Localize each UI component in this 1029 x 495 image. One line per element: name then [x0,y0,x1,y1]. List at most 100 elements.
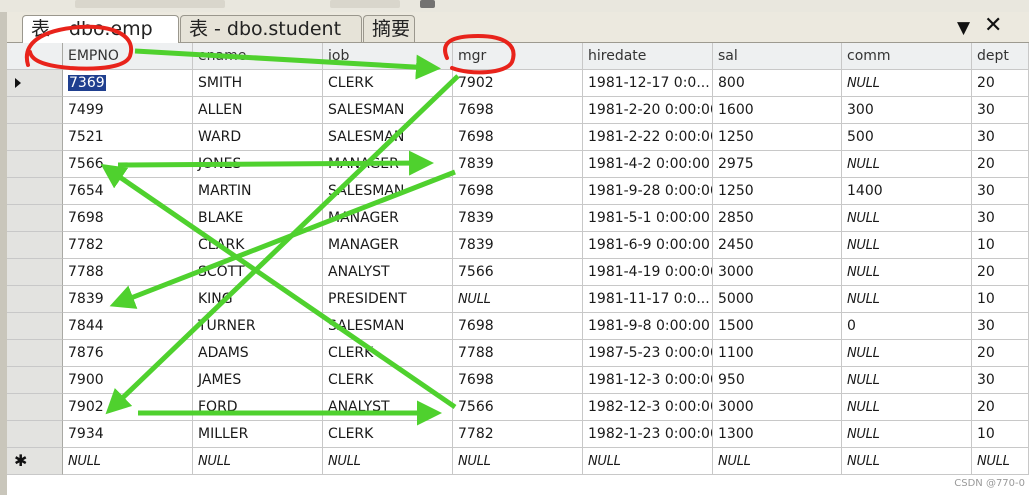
cell-dept[interactable]: 30 [972,367,1029,394]
cell-sal[interactable]: 1300 [713,421,842,448]
cell-empno[interactable]: 7566 [63,151,193,178]
cell-hiredate[interactable]: 1981-11-17 0:0... [583,286,713,313]
column-header-comm[interactable]: comm [842,43,972,70]
tab-dbo-student[interactable]: 表 - dbo.student [180,15,362,42]
cell-dept[interactable]: 10 [972,286,1029,313]
column-header-empno[interactable]: EMPNO [63,43,193,70]
cell-dept[interactable]: 30 [972,178,1029,205]
cell-comm[interactable]: NULL [842,421,972,448]
cell-comm[interactable]: NULL [842,151,972,178]
cell-dept[interactable]: 20 [972,70,1029,97]
cell-hiredate[interactable]: 1981-2-22 0:00:00 [583,124,713,151]
cell-mgr[interactable]: NULL [453,286,583,313]
new-row[interactable]: ✱ NULL NULL NULL NULL NULL NULL NULL NULL [7,448,1029,475]
cell-hiredate[interactable]: 1981-4-19 0:00:00 [583,259,713,286]
cell-comm[interactable]: 300 [842,97,972,124]
column-header-sal[interactable]: sal [713,43,842,70]
cell-dept[interactable]: 20 [972,259,1029,286]
table-row[interactable]: 7654 MARTIN SALESMAN 7698 1981-9-28 0:00:00 1… [7,178,1029,205]
cell-sal[interactable]: 3000 [713,394,842,421]
cell-dept[interactable]: 10 [972,232,1029,259]
tab-dbo-emp[interactable]: 表 - dbo.emp [22,15,179,43]
table-row[interactable]: 7499 ALLEN SALESMAN 7698 1981-2-20 0:00:00 16… [7,97,1029,124]
cell-comm[interactable]: NULL [842,448,972,475]
cell-ename[interactable]: ALLEN [193,97,323,124]
cell-mgr[interactable]: 7698 [453,367,583,394]
cell-job[interactable]: SALESMAN [323,124,453,151]
column-header-row[interactable]: EMPNO ename job mgr hiredate sal comm dept [7,43,1029,70]
cell-ename[interactable]: BLAKE [193,205,323,232]
row-selector[interactable] [7,286,63,313]
cell-mgr[interactable]: 7698 [453,178,583,205]
cell-sal[interactable]: 3000 [713,259,842,286]
cell-mgr[interactable]: 7698 [453,313,583,340]
cell-job[interactable]: NULL [323,448,453,475]
row-selector[interactable] [7,151,63,178]
cell-dept[interactable]: 30 [972,205,1029,232]
column-header-ename[interactable]: ename [193,43,323,70]
cell-sal[interactable]: 2975 [713,151,842,178]
table-row[interactable]: 7521 WARD SALESMAN 7698 1981-2-22 0:00:00 125… [7,124,1029,151]
cell-empno[interactable]: 7369 [63,70,193,97]
cell-empno[interactable]: 7900 [63,367,193,394]
cell-ename[interactable]: JONES [193,151,323,178]
cell-sal[interactable]: 5000 [713,286,842,313]
row-selector[interactable] [7,232,63,259]
cell-dept[interactable]: 30 [972,313,1029,340]
cell-sal[interactable]: NULL [713,448,842,475]
cell-job[interactable]: CLERK [323,421,453,448]
cell-job[interactable]: SALESMAN [323,313,453,340]
cell-dept[interactable]: 20 [972,340,1029,367]
cell-ename[interactable]: KING [193,286,323,313]
cell-sal[interactable]: 2850 [713,205,842,232]
cell-ename[interactable]: JAMES [193,367,323,394]
row-selector[interactable] [7,43,63,70]
cell-dept[interactable]: 30 [972,124,1029,151]
cell-hiredate[interactable]: 1981-12-3 0:00:00 [583,367,713,394]
cell-ename[interactable]: CLARK [193,232,323,259]
row-selector[interactable] [7,259,63,286]
cell-mgr[interactable]: 7698 [453,124,583,151]
cell-comm[interactable]: NULL [842,205,972,232]
cell-job[interactable]: CLERK [323,70,453,97]
cell-mgr[interactable]: 7566 [453,259,583,286]
table-row[interactable]: 7566 JONES MANAGER 7839 1981-4-2 0:00:00 2975… [7,151,1029,178]
row-selector[interactable] [7,340,63,367]
column-header-mgr[interactable]: mgr [453,43,583,70]
row-selector[interactable] [7,367,63,394]
cell-job[interactable]: MANAGER [323,151,453,178]
cell-ename[interactable]: MILLER [193,421,323,448]
cell-mgr[interactable]: 7839 [453,232,583,259]
row-selector[interactable] [7,97,63,124]
cell-mgr[interactable]: 7566 [453,394,583,421]
cell-ename[interactable]: SCOTT [193,259,323,286]
cell-sal[interactable]: 1100 [713,340,842,367]
cell-sal[interactable]: 1250 [713,178,842,205]
cell-job[interactable]: CLERK [323,367,453,394]
row-selector[interactable] [7,421,63,448]
cell-sal[interactable]: 950 [713,367,842,394]
cell-hiredate[interactable]: 1982-1-23 0:00:00 [583,421,713,448]
cell-ename[interactable]: TURNER [193,313,323,340]
cell-job[interactable]: ANALYST [323,394,453,421]
cell-hiredate[interactable]: 1981-5-1 0:00:00 [583,205,713,232]
cell-ename[interactable]: NULL [193,448,323,475]
cell-comm[interactable]: NULL [842,70,972,97]
cell-comm[interactable]: NULL [842,367,972,394]
cell-ename[interactable]: MARTIN [193,178,323,205]
cell-dept[interactable]: 20 [972,151,1029,178]
table-row[interactable]: 7934 MILLER CLERK 7782 1982-1-23 0:00:00 1300… [7,421,1029,448]
cell-empno[interactable]: 7782 [63,232,193,259]
cell-empno[interactable]: 7876 [63,340,193,367]
cell-comm[interactable]: NULL [842,340,972,367]
cell-sal[interactable]: 2450 [713,232,842,259]
cell-hiredate[interactable]: 1981-9-8 0:00:00 [583,313,713,340]
cell-hiredate[interactable]: 1981-2-20 0:00:00 [583,97,713,124]
cell-comm[interactable]: NULL [842,286,972,313]
cell-empno[interactable]: 7934 [63,421,193,448]
table-row[interactable]: 7782 CLARK MANAGER 7839 1981-6-9 0:00:00 2450… [7,232,1029,259]
cell-ename[interactable]: ADAMS [193,340,323,367]
cell-empno[interactable]: 7499 [63,97,193,124]
cell-job[interactable]: SALESMAN [323,97,453,124]
cell-empno[interactable]: 7902 [63,394,193,421]
